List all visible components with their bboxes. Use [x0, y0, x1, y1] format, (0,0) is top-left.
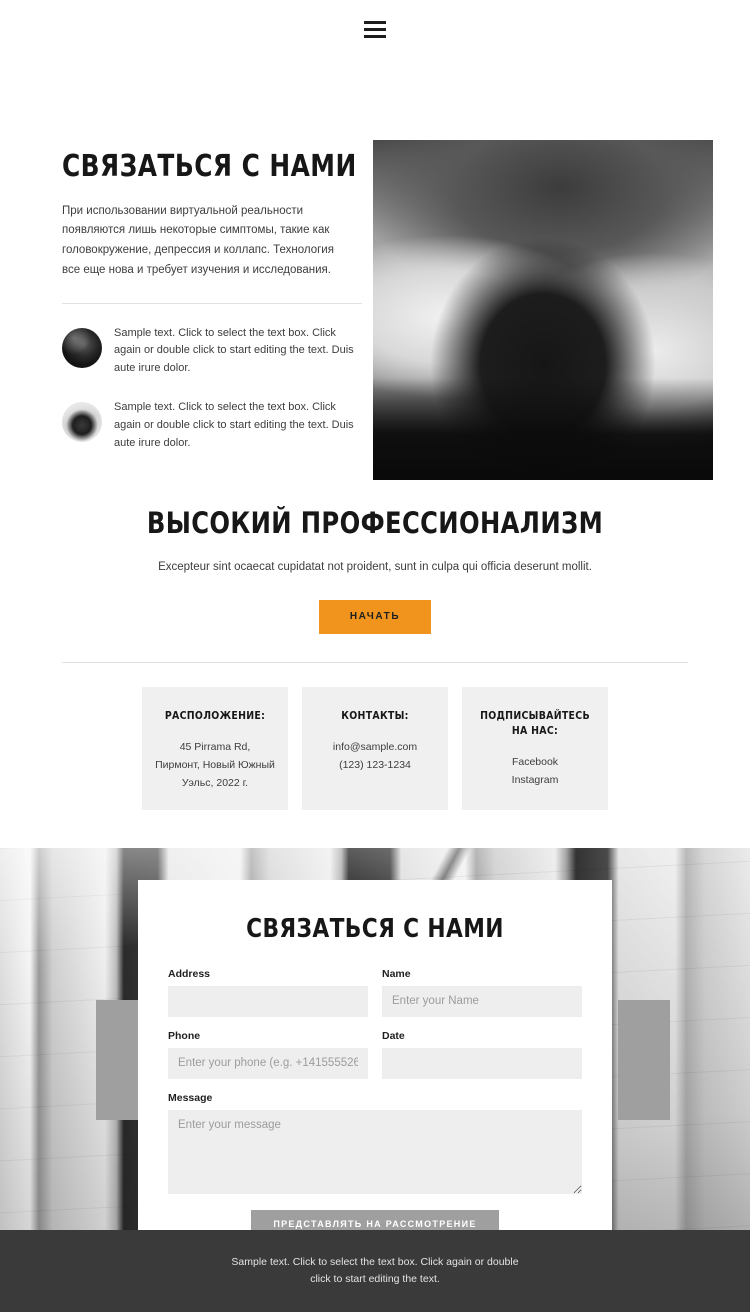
site-header	[0, 0, 750, 58]
info-card-list: РАСПОЛОЖЕНИЕ: 45 Pirrama Rd, Пирмонт, Но…	[0, 687, 750, 810]
hamburger-bar	[364, 27, 386, 31]
field-phone: Phone	[168, 1030, 368, 1079]
avatar	[62, 402, 102, 442]
field-name: Name	[382, 968, 582, 1017]
address-label: Address	[168, 967, 211, 980]
field-date: Date	[382, 1030, 582, 1079]
hero-content: СВЯЗАТЬСЯ С НАМИ При использовании вирту…	[62, 149, 362, 473]
hero-paragraph: При использовании виртуальной реальности…	[62, 204, 334, 276]
date-input[interactable]	[382, 1047, 582, 1079]
testimonial-list: Sample text. Click to select the text bo…	[62, 325, 362, 453]
hero-section: СВЯЗАТЬСЯ С НАМИ При использовании вирту…	[0, 58, 750, 480]
name-label: Name	[382, 967, 411, 980]
card-body-text: 45 Pirrama Rd, Пирмонт, Новый Южный Уэль…	[155, 740, 275, 789]
card-body-text: info@sample.com (123) 123-1234	[332, 740, 418, 771]
testimonial-text: Sample text. Click to select the text bo…	[114, 326, 354, 375]
form-row: Address Name	[168, 968, 582, 1017]
hamburger-menu-icon[interactable]	[364, 20, 386, 38]
start-button[interactable]: НАЧАТЬ	[319, 600, 431, 634]
list-item: Sample text. Click to select the text bo…	[62, 399, 362, 452]
card-title: РАСПОЛОЖЕНИЕ:	[164, 709, 266, 722]
card-body: info@sample.com (123) 123-1234	[314, 738, 436, 774]
info-card-contacts: КОНТАКТЫ: info@sample.com (123) 123-1234	[302, 687, 448, 810]
phone-input[interactable]	[168, 1047, 368, 1079]
message-label: Message	[168, 1091, 213, 1104]
hamburger-bar	[364, 20, 386, 24]
footer-text: Sample text. Click to select the text bo…	[231, 1256, 519, 1285]
name-input[interactable]	[382, 985, 582, 1017]
site-footer: Sample text. Click to select the text bo…	[0, 1230, 750, 1312]
field-message: Message	[168, 1092, 582, 1194]
form-title: СВЯЗАТЬСЯ С НАМИ	[246, 913, 504, 944]
card-body-text: Facebook Instagram	[511, 755, 559, 786]
list-item: Sample text. Click to select the text bo…	[62, 325, 362, 378]
testimonial-text: Sample text. Click to select the text bo…	[114, 401, 354, 449]
card-body: Facebook Instagram	[474, 753, 596, 789]
phone-label: Phone	[168, 1029, 201, 1042]
address-input[interactable]	[168, 985, 368, 1017]
hero-portrait-image	[373, 140, 713, 480]
contact-form-card: СВЯЗАТЬСЯ С НАМИ Address Name Phone Date	[138, 879, 612, 1268]
message-textarea[interactable]	[168, 1109, 582, 1194]
avatar	[62, 327, 102, 368]
field-address: Address	[168, 968, 368, 1017]
section-subtitle: Excepteur sint ocaecat cupidatat not pro…	[158, 561, 592, 573]
page-root: СВЯЗАТЬСЯ С НАМИ При использовании вирту…	[0, 0, 750, 1312]
info-card-follow-us: ПОДПИСЫВАЙТЕСЬ НА НАС: Facebook Instagra…	[462, 687, 608, 810]
hamburger-bar	[364, 34, 386, 38]
contact-section: СВЯЗАТЬСЯ С НАМИ Address Name Phone Date	[0, 847, 750, 1268]
hero-divider	[62, 302, 362, 304]
form-row: Phone Date	[168, 1030, 582, 1079]
card-title: КОНТАКТЫ:	[341, 709, 409, 722]
section-divider	[62, 662, 688, 663]
info-card-location: РАСПОЛОЖЕНИЕ: 45 Pirrama Rd, Пирмонт, Но…	[142, 687, 288, 810]
card-body: 45 Pirrama Rd, Пирмонт, Новый Южный Уэль…	[154, 738, 276, 792]
card-title: ПОДПИСЫВАЙТЕСЬ НА НАС:	[480, 709, 590, 737]
page-title: СВЯЗАТЬСЯ С НАМИ	[62, 149, 357, 184]
section-title: ВЫСОКИЙ ПРОФЕССИОНАЛИЗМ	[146, 506, 604, 540]
accent-block-right	[618, 999, 670, 1120]
date-label: Date	[382, 1029, 405, 1042]
